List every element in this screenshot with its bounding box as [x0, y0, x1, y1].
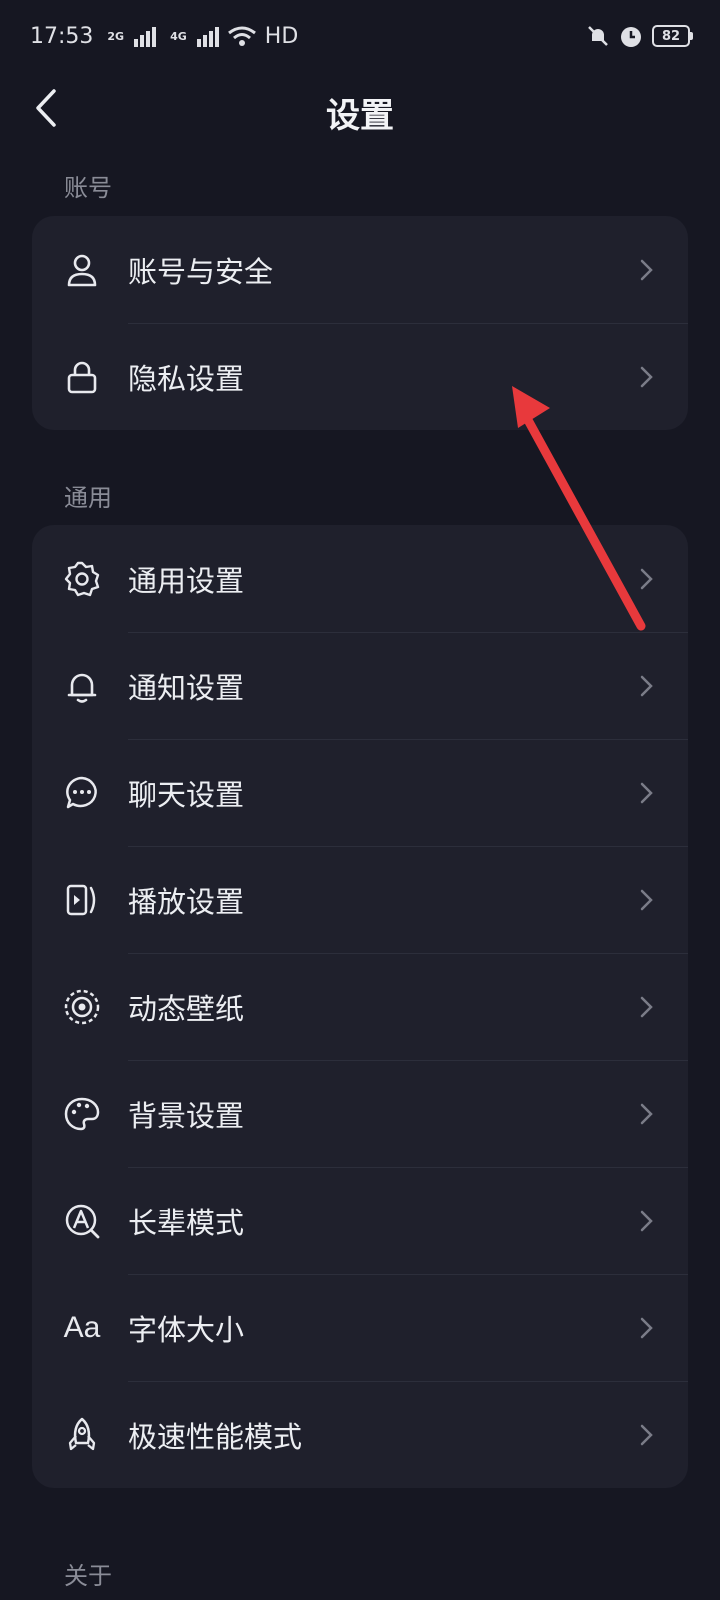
row-label: 账号与安全	[128, 254, 274, 289]
status-right: 82	[586, 23, 693, 49]
font-size-glyph: Aa	[63, 1311, 101, 1344]
font-size-icon: Aa	[62, 1308, 102, 1348]
row-label: 隐私设置	[128, 361, 245, 396]
settings-row-font-size[interactable]: Aa 字体大小	[32, 1274, 688, 1381]
section-label-about: 关于	[64, 1562, 112, 1590]
chevron-right-icon	[640, 996, 653, 1018]
section-label-account: 账号	[64, 174, 112, 202]
row-label: 极速性能模式	[128, 1419, 303, 1454]
settings-row-general[interactable]: 通用设置	[32, 525, 688, 632]
row-label: 长辈模式	[128, 1205, 245, 1240]
status-left: 17:53 2G 4G HD	[30, 24, 298, 49]
settings-row-chat[interactable]: 聊天设置	[32, 739, 688, 846]
chevron-right-icon	[640, 259, 653, 281]
network-4g-label: 4G	[170, 29, 187, 43]
palette-icon	[62, 1094, 102, 1134]
signal-1-icon	[134, 25, 157, 47]
network-2g-label: 2G	[107, 29, 125, 43]
chevron-right-icon	[640, 1103, 653, 1125]
chevron-right-icon	[640, 1210, 653, 1232]
row-label: 通用设置	[128, 563, 245, 598]
chevron-right-icon	[640, 889, 653, 911]
chevron-right-icon	[640, 782, 653, 804]
chevron-right-icon	[640, 568, 653, 590]
wifi-icon	[227, 26, 256, 46]
row-label: 背景设置	[128, 1098, 245, 1133]
settings-row-account-security[interactable]: 账号与安全	[32, 216, 688, 323]
gear-icon	[62, 559, 102, 599]
row-label: 播放设置	[128, 884, 245, 919]
settings-row-notification[interactable]: 通知设置	[32, 632, 688, 739]
bell-icon	[62, 666, 102, 706]
row-label: 聊天设置	[128, 777, 245, 812]
account-card: 账号与安全 隐私设置	[32, 216, 688, 430]
row-label: 通知设置	[128, 670, 245, 705]
lock-icon	[62, 357, 102, 397]
chevron-right-icon	[640, 366, 653, 388]
signal-2-icon	[196, 25, 219, 47]
chevron-right-icon	[640, 1424, 653, 1446]
settings-row-playback[interactable]: 播放设置	[32, 846, 688, 953]
elder-mode-icon	[62, 1201, 102, 1241]
play-icon	[62, 880, 102, 920]
settings-row-background[interactable]: 背景设置	[32, 1060, 688, 1167]
page-title: 设置	[326, 96, 394, 136]
settings-row-elder-mode[interactable]: 长辈模式	[32, 1167, 688, 1274]
chevron-right-icon	[640, 1317, 653, 1339]
status-bar: 17:53 2G 4G HD 82	[0, 0, 720, 72]
mute-bell-icon	[588, 26, 608, 46]
nav-bar: 设置	[0, 72, 720, 144]
rocket-icon	[62, 1415, 102, 1455]
battery-indicator: 82	[652, 25, 693, 47]
chevron-right-icon	[640, 675, 653, 697]
section-label-general: 通用	[64, 484, 112, 512]
settings-row-live-wallpaper[interactable]: 动态壁纸	[32, 953, 688, 1060]
row-label: 字体大小	[128, 1312, 245, 1347]
row-label: 动态壁纸	[128, 991, 245, 1026]
alarm-icon	[621, 27, 641, 47]
settings-row-performance-mode[interactable]: 极速性能模式	[32, 1381, 688, 1488]
user-icon	[62, 250, 102, 290]
general-card: 通用设置 通知设置 聊天设置 播放设置 动态壁纸 背景设置 长辈模式 Aa 字体…	[32, 525, 688, 1488]
status-time: 17:53	[30, 23, 94, 49]
hd-label: HD	[264, 23, 299, 49]
settings-row-privacy[interactable]: 隐私设置	[32, 323, 688, 430]
live-wallpaper-icon	[62, 987, 102, 1027]
chat-bubble-icon	[62, 773, 102, 813]
